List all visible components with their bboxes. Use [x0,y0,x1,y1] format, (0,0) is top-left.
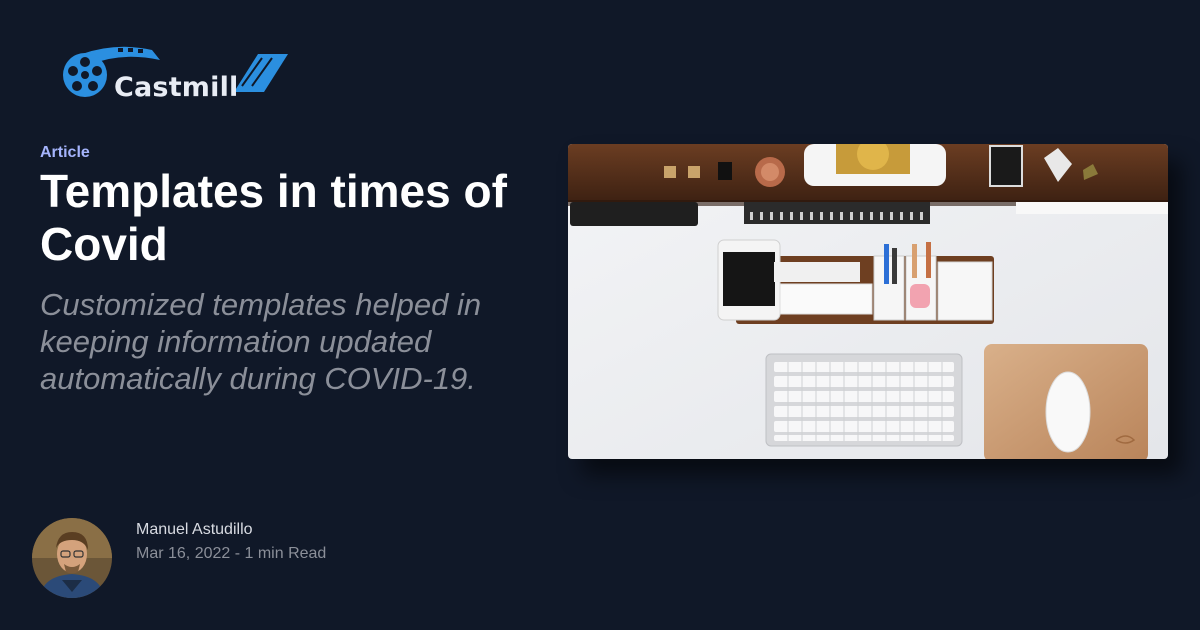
article-category: Article [40,144,90,161]
brand-logo[interactable]: Castmill [62,46,292,103]
publish-meta: Mar 16, 2022 - 1 min Read [136,545,326,563]
hero-image [568,144,1168,459]
meta-separator: - [230,545,245,562]
author-name[interactable]: Manuel Astudillo [136,521,253,539]
page-title: Templates in times of Covid [40,165,507,270]
publish-date: Mar 16, 2022 [136,545,231,562]
read-time: 1 min Read [244,545,327,562]
avatar [32,518,112,598]
article-subtitle: Customized templates helped in keeping i… [40,287,482,396]
brand-name: Castmill [114,72,239,103]
